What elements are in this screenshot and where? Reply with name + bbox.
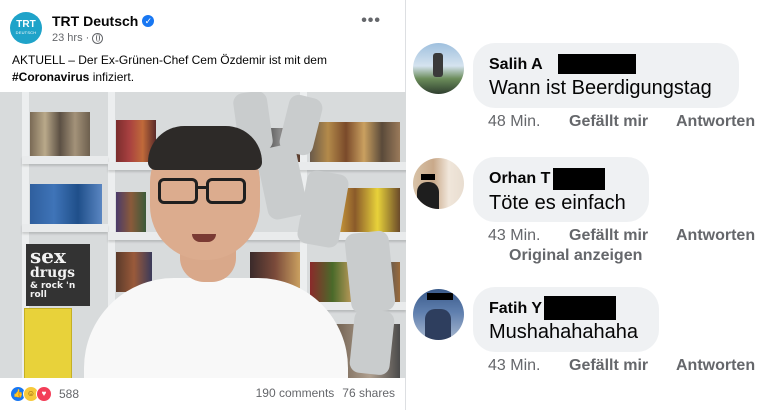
- like-button[interactable]: Gefällt mir: [569, 357, 648, 375]
- reaction-count: 588: [59, 387, 80, 401]
- books: [30, 112, 90, 156]
- sculpture: [348, 308, 396, 376]
- page-avatar[interactable]: TRT DEUTSCH: [10, 12, 42, 44]
- post-text-prefix: AKTUELL – Der Ex-Grünen-Chef Cem Özdemir…: [12, 53, 327, 67]
- poster-subtitle: drugs: [30, 265, 76, 281]
- poster-tagline: & rock 'n roll: [30, 281, 76, 300]
- avatar-logo-text: TRT: [16, 19, 36, 30]
- comment-time[interactable]: 43 Min.: [488, 357, 540, 375]
- books: [30, 184, 102, 224]
- shelf-board: [22, 156, 108, 164]
- comment-bubble: Fatih Y Mushahahahaha: [473, 287, 659, 352]
- books: [310, 122, 400, 162]
- redaction-bar: [553, 168, 605, 190]
- comment-text: Wann ist Beerdigungstag: [489, 77, 712, 99]
- verified-icon: ✓: [142, 15, 155, 27]
- avatar-logo-subtext: DEUTSCH: [15, 30, 37, 35]
- commenter-name[interactable]: Fatih Y: [489, 300, 542, 318]
- commenter-avatar[interactable]: [413, 158, 464, 209]
- reply-button[interactable]: Antworten: [676, 113, 755, 131]
- post-stats: 190 comments 76 shares: [256, 386, 395, 400]
- poster-title: sex: [30, 244, 66, 268]
- page-name[interactable]: TRT Deutsch: [52, 13, 138, 29]
- comments-count[interactable]: 190 comments: [256, 386, 335, 400]
- shares-count[interactable]: 76 shares: [342, 386, 395, 400]
- love-reaction-icon: ♥: [36, 386, 52, 402]
- reactions-summary[interactable]: 👍 ☺ ♥ 588: [10, 386, 79, 402]
- comment-time[interactable]: 43 Min.: [488, 227, 540, 245]
- comment-text: Mushahahahaha: [489, 321, 639, 343]
- glasses-bridge: [197, 186, 207, 189]
- comment-time[interactable]: 48 Min.: [488, 113, 540, 131]
- commenter-avatar[interactable]: [413, 43, 464, 94]
- post-meta: 23 hrs ·: [52, 32, 104, 44]
- post-header: TRT DEUTSCH TRT Deutsch ✓ 23 hrs · •••: [10, 10, 395, 46]
- shelf-board: [22, 224, 108, 232]
- sculpture: [343, 229, 397, 315]
- post-text: AKTUELL – Der Ex-Grünen-Chef Cem Özdemir…: [12, 52, 392, 86]
- yellow-book: [24, 308, 72, 378]
- person-hair: [148, 126, 262, 170]
- glasses: [206, 178, 246, 204]
- redaction-bar: [558, 54, 636, 74]
- show-original-link[interactable]: Original anzeigen: [509, 247, 642, 265]
- comment-bubble: Salih A Wann ist Beerdigungstag: [473, 43, 739, 108]
- like-button[interactable]: Gefällt mir: [569, 227, 648, 245]
- commenter-name[interactable]: Salih A: [489, 56, 543, 74]
- person-shirt: [84, 278, 348, 378]
- books: [116, 192, 146, 232]
- poster: sex drugs & rock 'n roll: [26, 244, 90, 306]
- meta-separator: ·: [85, 32, 90, 44]
- reply-button[interactable]: Antworten: [676, 357, 755, 375]
- facebook-post: TRT DEUTSCH TRT Deutsch ✓ 23 hrs · ••• A…: [0, 0, 406, 410]
- globe-icon: [92, 32, 104, 44]
- post-time[interactable]: 23 hrs: [52, 32, 83, 44]
- reply-button[interactable]: Antworten: [676, 227, 755, 245]
- post-footer: 👍 ☺ ♥ 588 190 comments 76 shares: [10, 386, 395, 406]
- glasses: [158, 178, 198, 204]
- post-video[interactable]: sex drugs & rock 'n roll: [0, 92, 406, 378]
- comment-bubble: Orhan T Töte es einfach: [473, 157, 649, 222]
- post-text-suffix: infiziert.: [89, 70, 135, 84]
- more-options-icon[interactable]: •••: [361, 12, 381, 30]
- commenter-name[interactable]: Orhan T: [489, 170, 550, 188]
- hashtag-link[interactable]: #Coronavirus: [12, 70, 89, 84]
- page-name-row: TRT Deutsch ✓: [52, 12, 155, 30]
- redaction-bar: [544, 296, 616, 320]
- comment-text: Töte es einfach: [489, 192, 626, 214]
- commenter-avatar[interactable]: [413, 289, 464, 340]
- like-button[interactable]: Gefällt mir: [569, 113, 648, 131]
